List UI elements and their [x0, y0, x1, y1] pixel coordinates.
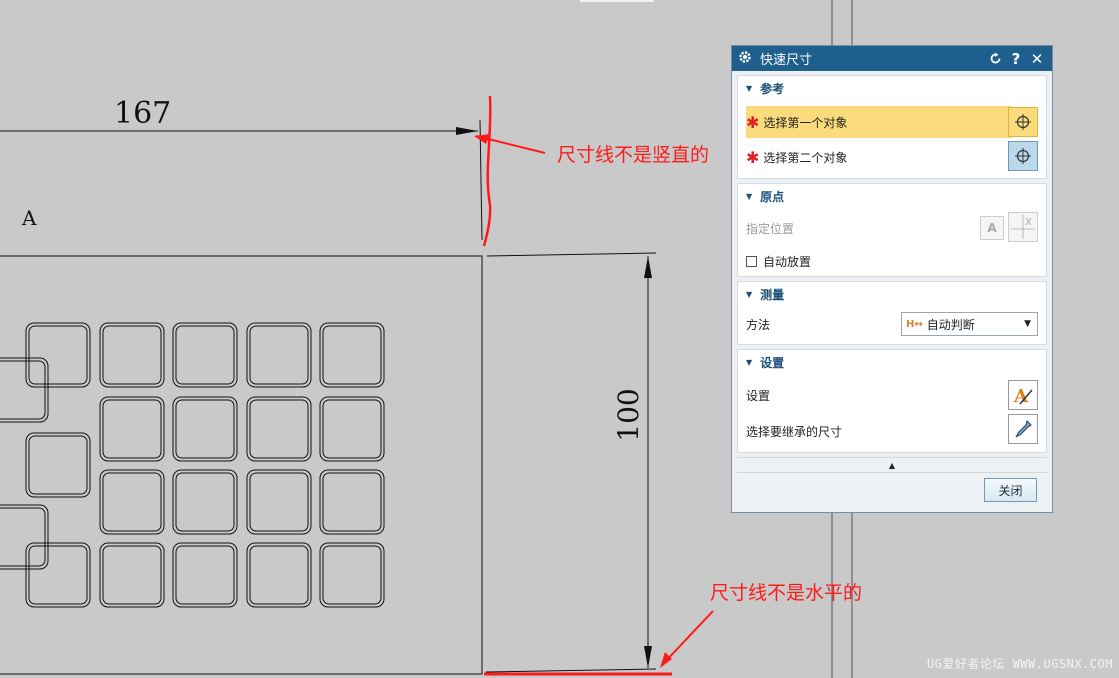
- key-outline: [99, 469, 165, 535]
- key-outline: [172, 469, 238, 535]
- key-outline: [319, 542, 385, 608]
- auto-place-row[interactable]: 自动放置: [738, 248, 1046, 274]
- svg-text:X: X: [1025, 217, 1032, 228]
- keypad-grid: [0, 322, 385, 608]
- dimension-100-text: 100: [612, 388, 645, 441]
- section-origin: ▼ 原点 指定位置 A X 自动放置: [737, 183, 1047, 277]
- text-style-icon: A: [1013, 386, 1033, 406]
- dialog-title: 快速尺寸: [760, 53, 813, 68]
- collapse-arrow-icon: ▼: [746, 357, 753, 367]
- key-outline: [99, 542, 165, 608]
- auto-place-checkbox[interactable]: [746, 255, 757, 267]
- close-button[interactable]: 关闭: [984, 478, 1037, 502]
- settings-style-button[interactable]: A: [1008, 380, 1038, 410]
- collapse-arrow-icon: ▼: [746, 83, 753, 93]
- key-outline: [246, 396, 312, 462]
- key-outline: [0, 504, 49, 570]
- collapse-arrow-icon: ▼: [746, 191, 753, 201]
- crosshair-icon: [1015, 148, 1031, 164]
- specify-location-row: 指定位置 A X: [738, 208, 1046, 248]
- quick-dimension-dialog: 快速尺寸 ? ✕ ▼ 参考 ✱ 选择第一个对象 ✱ 选择第二个对象 ▼ 原点 指…: [731, 45, 1053, 513]
- key-outline: [319, 322, 385, 388]
- watermark-text: UG爱好者论坛 WWW.UGSNX.COM: [926, 657, 1113, 671]
- method-select[interactable]: H↔ 自动判断 ▼: [901, 312, 1038, 336]
- collapse-dialog-toggle[interactable]: ▲: [737, 457, 1047, 473]
- close-icon[interactable]: ✕: [1028, 50, 1046, 68]
- help-button[interactable]: ?: [1007, 50, 1025, 68]
- key-outline: [25, 432, 91, 498]
- reset-icon[interactable]: [986, 50, 1004, 68]
- crosshair-select-button-2[interactable]: [1008, 141, 1038, 171]
- chevron-up-icon: ▲: [888, 460, 896, 470]
- section-settings: ▼ 设置 设置 A 选择要继承的尺寸: [737, 349, 1047, 453]
- point-dialog-icon[interactable]: X: [1008, 212, 1038, 242]
- key-outline: [172, 396, 238, 462]
- section-reference-header[interactable]: ▼ 参考: [738, 76, 1046, 100]
- select-first-object-row[interactable]: ✱ 选择第一个对象: [746, 106, 1012, 138]
- section-reference: ▼ 参考 ✱ 选择第一个对象 ✱ 选择第二个对象: [737, 75, 1047, 179]
- annotation-vertical-note: 尺寸线不是竖直的: [557, 144, 710, 166]
- key-outline: [99, 396, 165, 462]
- section-settings-header[interactable]: ▼ 设置: [738, 350, 1046, 374]
- section-origin-header[interactable]: ▼ 原点: [738, 184, 1046, 208]
- dimension-167-text: 167: [114, 96, 171, 131]
- crosshair-icon: [1015, 114, 1031, 130]
- auto-infer-icon: H↔: [906, 318, 923, 330]
- key-outline: [99, 322, 165, 388]
- region-label-a: A: [21, 206, 37, 230]
- select-second-object-row[interactable]: ✱ 选择第二个对象: [738, 140, 1046, 174]
- key-outline: [25, 542, 91, 608]
- required-star-icon: ✱: [746, 112, 760, 132]
- key-outline: [319, 469, 385, 535]
- key-outline: [172, 322, 238, 388]
- method-row: 方法 H↔ 自动判断 ▼: [738, 306, 1046, 342]
- key-outline: [319, 396, 385, 462]
- top-edge-marker: [580, 0, 654, 2]
- settings-row: 设置: [746, 388, 771, 403]
- required-star-icon: ✱: [746, 147, 760, 167]
- key-outline: [172, 542, 238, 608]
- key-outline: [25, 322, 91, 388]
- key-outline: [0, 357, 49, 423]
- chevron-down-icon: ▼: [1024, 319, 1031, 329]
- dimension-100[interactable]: 100: [485, 252, 657, 673]
- crosshair-select-button-1[interactable]: [1008, 107, 1038, 137]
- inherit-dimension-row: 选择要继承的尺寸: [746, 424, 843, 439]
- key-outline: [246, 542, 312, 608]
- annotation-horizontal-note: 尺寸线不是水平的: [710, 582, 863, 604]
- gear-icon: [738, 50, 752, 67]
- annotation-marks: [474, 95, 714, 676]
- key-outline: [246, 469, 312, 535]
- eyedropper-icon: [1015, 420, 1032, 438]
- key-outline: [246, 322, 312, 388]
- dialog-title-bar[interactable]: 快速尺寸 ? ✕: [732, 46, 1052, 71]
- inherit-dimension-button[interactable]: [1008, 414, 1038, 444]
- part-outline[interactable]: [0, 255, 483, 675]
- section-measure: ▼ 测量 方法 H↔ 自动判断 ▼: [737, 281, 1047, 345]
- collapse-arrow-icon: ▼: [746, 289, 753, 299]
- dimension-167[interactable]: 167: [0, 96, 483, 241]
- section-measure-header[interactable]: ▼ 测量: [738, 282, 1046, 306]
- text-placement-icon[interactable]: A: [980, 216, 1004, 240]
